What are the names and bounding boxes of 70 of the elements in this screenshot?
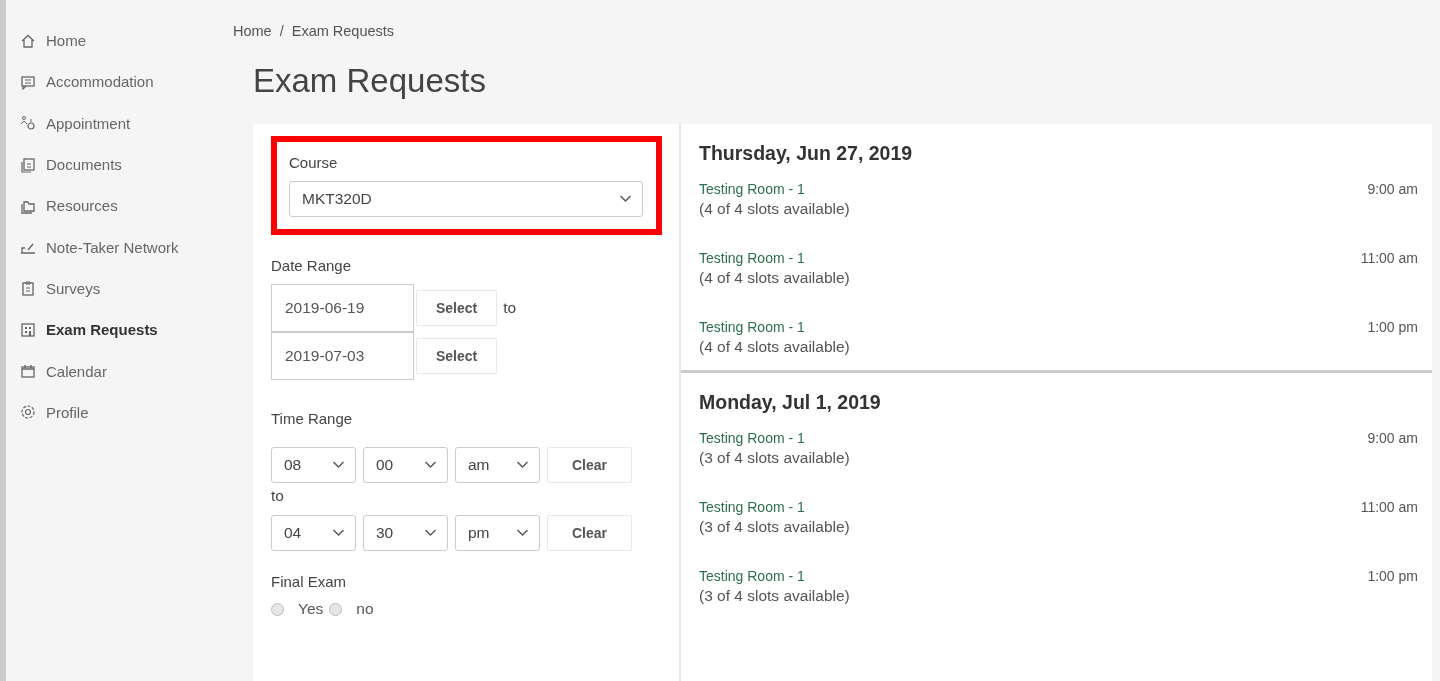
room-link[interactable]: Testing Room - 1: [699, 181, 850, 197]
time-select[interactable]: 08: [271, 447, 356, 483]
chevron-icon: [332, 461, 345, 469]
time-select[interactable]: 30: [363, 515, 448, 551]
clear-button[interactable]: Clear: [547, 447, 632, 483]
calendar-icon: [20, 363, 36, 379]
building-icon: [20, 321, 36, 338]
sidebar-item[interactable]: Home: [6, 20, 224, 62]
home-icon: [20, 32, 36, 49]
availability-text: (3 of 4 slots available): [699, 518, 850, 536]
chevron-icon: [424, 461, 437, 469]
field-label: Time Range: [271, 410, 354, 427]
chevron-icon: [332, 529, 345, 537]
select-button[interactable]: Select: [416, 290, 498, 326]
sidebar-item[interactable]: Accommodation: [6, 61, 224, 103]
chevron-icon: [619, 195, 632, 203]
availability-text: (3 of 4 slots available): [699, 449, 850, 467]
radio-button[interactable]: [329, 602, 343, 616]
radio-label: no: [356, 600, 374, 618]
time-select[interactable]: am: [455, 447, 540, 483]
breadcrumb-separator: /: [279, 23, 284, 39]
radio-button[interactable]: [271, 602, 284, 616]
sidebar-item[interactable]: Calendar: [6, 350, 224, 392]
sidebar-item[interactable]: Appointment: [6, 102, 224, 144]
field-label: Date Range: [271, 257, 353, 274]
to-label: to: [271, 487, 285, 505]
sidebar-item[interactable]: Documents: [6, 143, 224, 186]
chevron-icon: [424, 529, 437, 537]
availability-text: (4 of 4 slots available): [699, 269, 850, 287]
availability-text: (4 of 4 slots available): [699, 338, 850, 356]
chevron-icon: [516, 529, 529, 537]
date-field[interactable]: 2019-06-19: [271, 284, 414, 332]
clear-button[interactable]: Clear: [547, 515, 632, 551]
page-title: Exam Requests: [253, 62, 487, 100]
room-link[interactable]: Testing Room - 1: [699, 430, 850, 446]
slot-time: 11:00 am: [1360, 250, 1418, 268]
document-icon: [20, 156, 36, 173]
to-label: to: [503, 299, 517, 317]
room-link[interactable]: Testing Room - 1: [699, 250, 850, 266]
chevron-icon: [516, 461, 529, 469]
slot-time: 11:00 am: [1360, 499, 1418, 517]
day-heading: Thursday, Jun 27, 2019: [699, 142, 914, 165]
time-select[interactable]: pm: [455, 515, 540, 551]
room-link[interactable]: Testing Room - 1: [699, 499, 850, 515]
sidebar-item[interactable]: Profile: [6, 391, 224, 433]
day-heading: Monday, Jul 1, 2019: [699, 391, 882, 414]
availability-text: (4 of 4 slots available): [699, 200, 850, 218]
clipboard-icon: [20, 280, 36, 297]
availability-text: (3 of 4 slots available): [699, 587, 850, 605]
radio-label: Yes: [298, 600, 324, 618]
slot-time: 9:00 am: [1367, 430, 1418, 448]
select-button[interactable]: Select: [416, 338, 498, 374]
slot-time: 9:00 am: [1367, 181, 1418, 199]
room-link[interactable]: Testing Room - 1: [699, 319, 850, 335]
room-link[interactable]: Testing Room - 1: [699, 568, 850, 584]
field-label: Final Exam: [271, 573, 348, 590]
sidebar-item[interactable]: Surveys: [6, 267, 224, 310]
slot-time: 1:00 pm: [1367, 568, 1418, 586]
field-label: Course: [289, 154, 339, 171]
sidebar-item[interactable]: Note-Taker Network: [6, 226, 224, 268]
time-select[interactable]: 00: [363, 447, 448, 483]
gear-icon: [20, 404, 36, 421]
slot-time: 1:00 pm: [1367, 319, 1418, 337]
breadcrumb-link[interactable]: Home: [233, 23, 272, 39]
course-select[interactable]: MKT320D: [289, 181, 643, 217]
time-select[interactable]: 04: [271, 515, 356, 551]
sidebar-item[interactable]: Exam Requests: [6, 309, 224, 351]
date-field[interactable]: 2019-07-03: [271, 332, 414, 380]
sidebar-item[interactable]: Resources: [6, 185, 224, 227]
breadcrumb-current: Exam Requests: [291, 23, 395, 39]
